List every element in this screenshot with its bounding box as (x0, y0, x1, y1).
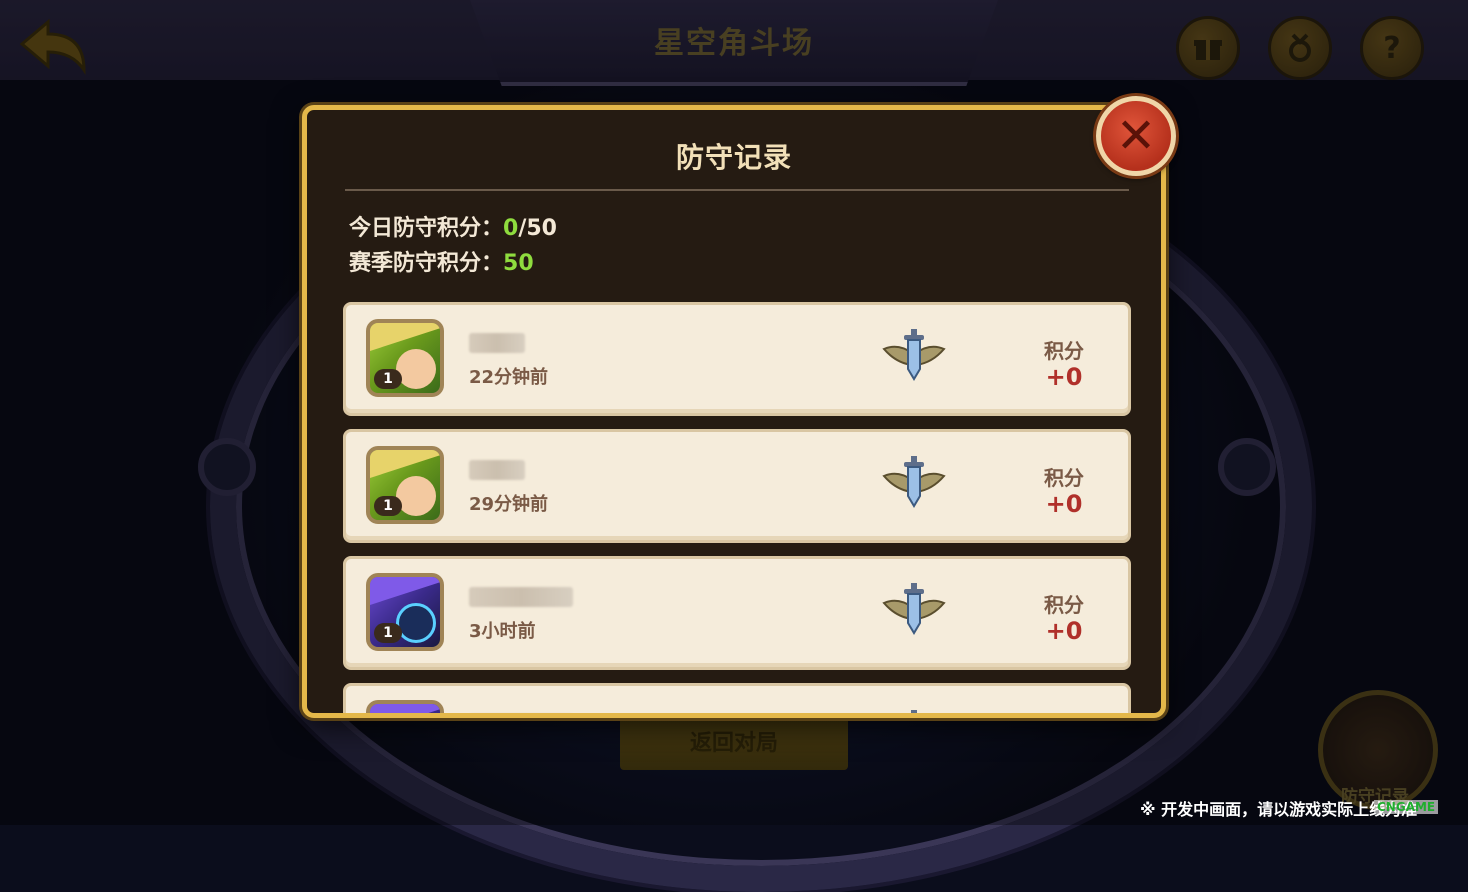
close-icon: ✕ (1115, 108, 1157, 164)
opponent-avatar[interactable]: 1 (366, 319, 444, 397)
record-item[interactable]: 1 29分钟前 积分 +0 (343, 429, 1131, 543)
defense-record-dialog: 防守记录 今日防守积分：0/50 赛季防守积分：50 1 22分钟前 积分 +0… (302, 105, 1166, 718)
avatar-level-badge: 1 (374, 623, 402, 643)
daily-score-label: 今日防守积分： (349, 216, 504, 241)
avatar-level-badge: 1 (374, 369, 402, 389)
points-value: +0 (1045, 617, 1083, 645)
season-score-value: 50 (503, 251, 534, 276)
avatar-hat (370, 577, 440, 605)
avatar-face (396, 349, 436, 389)
avatar-level-badge: 1 (374, 496, 402, 516)
opponent-avatar[interactable]: 1 (366, 446, 444, 524)
avatar-hair (370, 323, 440, 351)
opponent-avatar[interactable]: 1 (366, 700, 444, 713)
blurred-player-name (469, 460, 525, 480)
daily-score-max: 50 (526, 216, 557, 241)
season-defense-score: 赛季防守积分：50 (349, 245, 534, 277)
blurred-player-name (469, 587, 573, 607)
avatar-hat (370, 704, 440, 713)
blurred-player-name (469, 333, 525, 353)
avatar-hair (370, 450, 440, 478)
record-time: 29分钟前 (469, 494, 549, 515)
season-score-label: 赛季防守积分： (349, 251, 504, 276)
record-item[interactable]: 1 3小时前 积分 +0 (343, 556, 1131, 670)
opponent-avatar[interactable]: 1 (366, 573, 444, 651)
record-time: 3小时前 (469, 621, 536, 642)
record-item[interactable]: 1 22分钟前 积分 +0 (343, 302, 1131, 416)
avatar-face (396, 476, 436, 516)
site-watermark: CNGAME (1374, 800, 1439, 814)
sword-wings-icon (882, 329, 946, 381)
sword-wings-icon (882, 583, 946, 635)
points-value: +0 (1045, 490, 1083, 518)
close-button[interactable]: ✕ (1096, 96, 1176, 176)
points-label: 积分 (1044, 593, 1084, 617)
points-label: 积分 (1044, 466, 1084, 490)
record-time: 22分钟前 (469, 367, 549, 388)
title-divider (345, 189, 1129, 191)
points-label: 积分 (1044, 339, 1084, 363)
points-value: +0 (1045, 363, 1083, 391)
sword-wings-icon (882, 456, 946, 508)
record-list[interactable]: 1 22分钟前 积分 +0 1 29分钟前 积分 +0 1 3小时前 积分 +0 (343, 302, 1133, 713)
dialog-title: 防守记录 (675, 141, 792, 174)
sword-wings-icon (911, 710, 917, 713)
record-item[interactable]: 1 积分 +0 (343, 683, 1131, 713)
daily-defense-score: 今日防守积分：0/50 (349, 210, 557, 242)
daily-score-current: 0 (503, 216, 519, 241)
avatar-face (396, 603, 436, 643)
